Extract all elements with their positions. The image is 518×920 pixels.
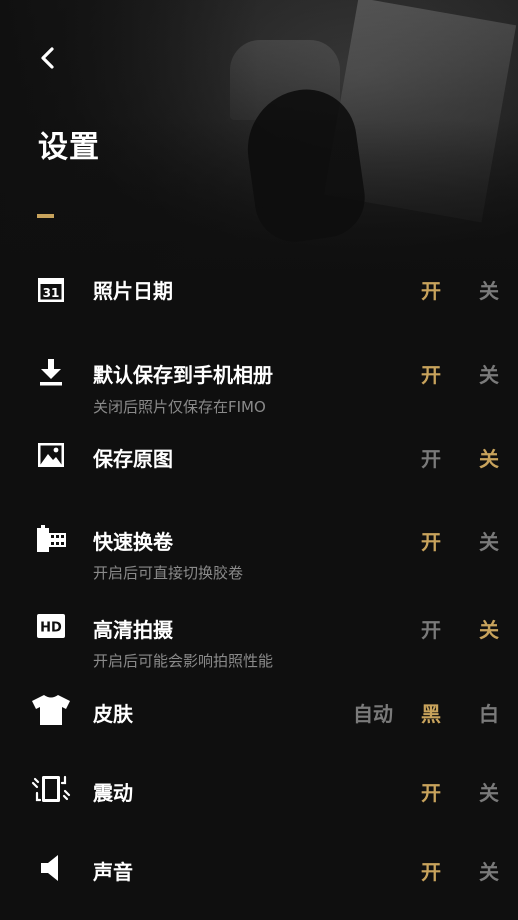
setting-description: 开启后可能会影响拍照性能 xyxy=(93,652,274,670)
option-white[interactable]: 白 xyxy=(479,698,499,727)
film-roll-icon xyxy=(30,522,72,556)
option-on[interactable]: 开 xyxy=(421,614,441,643)
setting-label: 快速换卷 xyxy=(93,530,173,554)
speaker-icon xyxy=(30,851,72,885)
option-on[interactable]: 开 xyxy=(421,359,441,388)
option-on[interactable]: 开 xyxy=(421,443,441,472)
option-off[interactable]: 关 xyxy=(479,856,499,885)
setting-description: 开启后可直接切换胶卷 xyxy=(93,564,244,582)
setting-label: 默认保存到手机相册 xyxy=(93,363,273,387)
option-on[interactable]: 开 xyxy=(421,526,441,555)
back-button[interactable] xyxy=(30,40,66,76)
setting-label: 照片日期 xyxy=(93,279,173,303)
option-on[interactable]: 开 xyxy=(421,275,441,304)
svg-text:31: 31 xyxy=(43,286,60,300)
setting-description: 关闭后照片仅保存在FIMO xyxy=(93,398,266,416)
setting-label: 皮肤 xyxy=(93,702,133,726)
setting-label: 保存原图 xyxy=(93,447,173,471)
option-off[interactable]: 关 xyxy=(479,359,499,388)
calendar-icon: 31 xyxy=(30,272,72,306)
tshirt-icon xyxy=(30,693,72,727)
option-on[interactable]: 开 xyxy=(421,856,441,885)
option-off[interactable]: 关 xyxy=(479,777,499,806)
setting-label: 震动 xyxy=(93,781,133,805)
hd-icon: HD xyxy=(30,609,72,643)
option-off[interactable]: 关 xyxy=(479,443,499,472)
svg-text:HD: HD xyxy=(40,621,62,636)
chevron-left-icon xyxy=(41,47,54,69)
option-off[interactable]: 关 xyxy=(479,614,499,643)
option-on[interactable]: 开 xyxy=(421,777,441,806)
setting-label: 声音 xyxy=(93,860,133,884)
option-off[interactable]: 关 xyxy=(479,275,499,304)
page-title: 设置 xyxy=(38,130,100,165)
image-icon xyxy=(30,438,72,472)
download-icon xyxy=(30,355,72,389)
title-accent-bar xyxy=(37,214,54,218)
option-off[interactable]: 关 xyxy=(479,526,499,555)
option-black[interactable]: 黑 xyxy=(421,698,441,727)
vibrate-icon xyxy=(30,772,72,806)
setting-label: 高清拍摄 xyxy=(93,618,173,642)
option-auto[interactable]: 自动 xyxy=(353,698,393,727)
